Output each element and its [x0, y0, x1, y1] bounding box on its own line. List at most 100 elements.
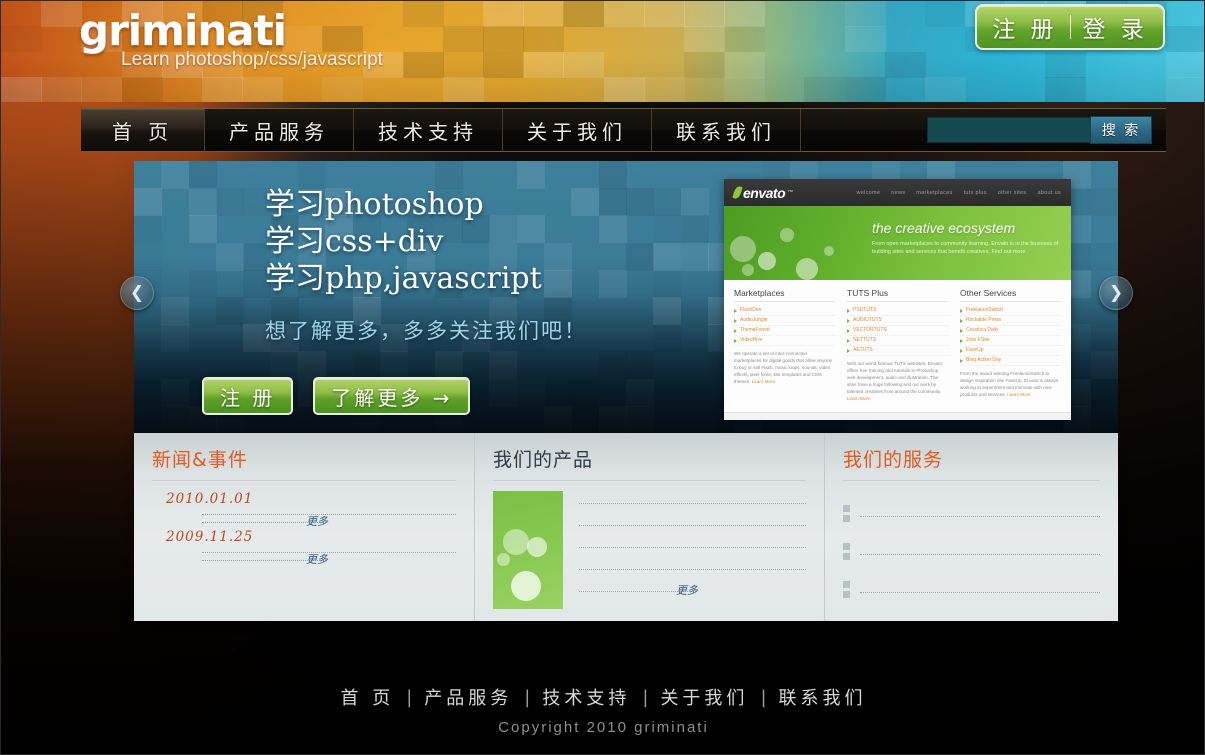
auth-separator	[1069, 15, 1071, 39]
envato-link[interactable]: Blog Action Day	[960, 356, 1061, 366]
services-list	[843, 491, 1100, 598]
footer-item-home[interactable]: 首 页	[340, 684, 394, 710]
hero-learn-more-button[interactable]: 了解更多 →	[313, 377, 471, 415]
arrow-icon	[734, 338, 737, 343]
hero-register-button[interactable]: 注 册	[202, 377, 294, 415]
envato-nav-news[interactable]: news	[891, 190, 905, 196]
site-logo[interactable]: griminati Learn photoshop/css/javascript	[79, 9, 383, 71]
envato-link[interactable]: FlashDen	[734, 306, 835, 316]
bokeh-circle	[497, 553, 510, 566]
nav-item-about[interactable]: 关于我们	[503, 109, 652, 151]
service-list-item[interactable]	[843, 503, 1100, 522]
services-column-title: 我们的服务	[843, 445, 1100, 481]
envato-nav-tutsplus[interactable]: tuts plus	[964, 190, 987, 196]
envato-learn-more-link[interactable]: Learn More	[1007, 392, 1031, 397]
news-date: 2010.01.01	[166, 491, 254, 507]
envato-link-label: NETTUTS	[853, 337, 877, 343]
square-bullet-icon	[843, 541, 850, 560]
register-label[interactable]: 注 册	[992, 10, 1057, 44]
login-label[interactable]: 登 录	[1083, 10, 1148, 44]
envato-nav-othersites[interactable]: other sites	[998, 190, 1027, 196]
footer-item-support[interactable]: 技术支持	[542, 684, 630, 710]
envato-link[interactable]: AUDIOTUTS	[847, 316, 948, 326]
main-navigation: 首 页 产品服务 技术支持 关于我们 联系我们 搜 索	[81, 108, 1166, 152]
product-placeholder-line	[579, 547, 806, 548]
bokeh-circle	[730, 236, 756, 262]
envato-column-title: Marketplaces	[734, 288, 835, 302]
news-item[interactable]: 2009.11.25 更多	[152, 529, 456, 566]
envato-link[interactable]: AudioJungle	[734, 316, 835, 326]
envato-link-label: ThemeForest	[740, 327, 770, 333]
news-more-link[interactable]: 更多	[306, 551, 328, 567]
envato-learn-more-link[interactable]: Learn More	[752, 379, 776, 384]
envato-logo: envato ™	[732, 185, 793, 201]
envato-blurb-text: With our world famous TUTS websites, Env…	[847, 361, 942, 394]
news-column-title: 新闻&事件	[152, 445, 456, 481]
hero-line-3: 学习php,javascript	[265, 261, 542, 296]
envato-link[interactable]: FreelanceSwitch	[960, 306, 1061, 316]
hero-button-group: 注 册 了解更多 →	[202, 377, 471, 415]
envato-nav-welcome[interactable]: welcome	[856, 190, 880, 196]
envato-link-label: AudioJungle	[740, 317, 768, 323]
arrow-icon	[960, 338, 963, 343]
envato-link[interactable]: ThemeForest	[734, 326, 835, 336]
envato-hero-banner: the creative ecosystem From open marketp…	[724, 206, 1071, 280]
nav-item-contact[interactable]: 联系我们	[652, 109, 801, 151]
envato-link[interactable]: FaveUp	[960, 346, 1061, 356]
carousel-next-icon[interactable]: ❯	[1099, 276, 1133, 310]
footer-item-products[interactable]: 产品服务	[424, 684, 512, 710]
envato-learn-more-link[interactable]: Learn More	[847, 396, 871, 401]
nav-item-support[interactable]: 技术支持	[354, 109, 503, 151]
service-list-item[interactable]	[843, 541, 1100, 560]
page-root: griminati Learn photoshop/css/javascript…	[0, 0, 1205, 755]
footer-separator: |	[524, 686, 531, 708]
service-placeholder-line	[860, 516, 1100, 517]
product-description-lines: 更多	[579, 491, 806, 609]
arrow-icon	[960, 358, 963, 363]
arrow-icon	[847, 328, 850, 333]
envato-nav-marketplaces[interactable]: marketplaces	[916, 190, 952, 196]
square-bullet-icon	[843, 503, 850, 522]
news-more-link[interactable]: 更多	[306, 513, 328, 529]
envato-link-label: Blog Action Day	[966, 357, 1002, 363]
bokeh-circle	[758, 252, 776, 270]
envato-link[interactable]: Jobs FSite	[960, 336, 1061, 346]
envato-trademark: ™	[787, 189, 793, 196]
envato-topbar: envato ™ welcome news marketplaces tuts …	[724, 179, 1071, 206]
product-thumbnail[interactable]	[493, 491, 563, 609]
footer-item-about[interactable]: 关于我们	[660, 684, 748, 710]
nav-item-home[interactable]: 首 页	[81, 109, 205, 151]
envato-link-label: VideoHive	[740, 337, 763, 343]
hero-line-1: 学习photoshop	[265, 187, 484, 222]
service-list-item[interactable]	[843, 579, 1100, 598]
envato-link[interactable]: AETUTS	[847, 346, 948, 356]
search-input[interactable]	[927, 117, 1091, 143]
envato-nav-aboutus[interactable]: about us	[1037, 190, 1061, 196]
news-placeholder-line: 更多	[202, 553, 328, 566]
search-button[interactable]: 搜 索	[1090, 116, 1152, 144]
envato-link[interactable]: Rockable Press	[960, 316, 1061, 326]
footer-item-contact[interactable]: 联系我们	[779, 684, 867, 710]
envato-link[interactable]: VECTORTUTS	[847, 326, 948, 336]
register-login-button[interactable]: 注 册 登 录	[975, 4, 1165, 50]
envato-link[interactable]: PSDTUTS	[847, 306, 948, 316]
envato-link[interactable]: VideoHive	[734, 336, 835, 346]
carousel-prev-icon[interactable]: ❮	[120, 276, 154, 310]
nav-item-products[interactable]: 产品服务	[205, 109, 354, 151]
envato-hero-description: From open marketplaces to community lear…	[872, 241, 1059, 255]
envato-link[interactable]: NETTUTS	[847, 336, 948, 346]
bokeh-circle	[527, 537, 547, 557]
arrow-icon	[734, 318, 737, 323]
envato-screenshot[interactable]: envato ™ welcome news marketplaces tuts …	[724, 179, 1071, 420]
product-placeholder-line	[579, 525, 806, 526]
news-item[interactable]: 2010.01.01 更多	[152, 491, 456, 528]
arrow-icon	[847, 308, 850, 313]
bokeh-circle	[824, 246, 834, 256]
envato-link-label: FlashDen	[740, 307, 762, 313]
product-placeholder-line: 更多	[579, 584, 698, 597]
envato-column-marketplaces: Marketplaces FlashDen AudioJungle ThemeF…	[734, 288, 835, 402]
news-placeholder-line	[202, 552, 456, 553]
product-more-link[interactable]: 更多	[676, 582, 698, 598]
envato-link[interactable]: Creattica Daily	[960, 326, 1061, 336]
services-column: 我们的服务	[824, 433, 1118, 621]
